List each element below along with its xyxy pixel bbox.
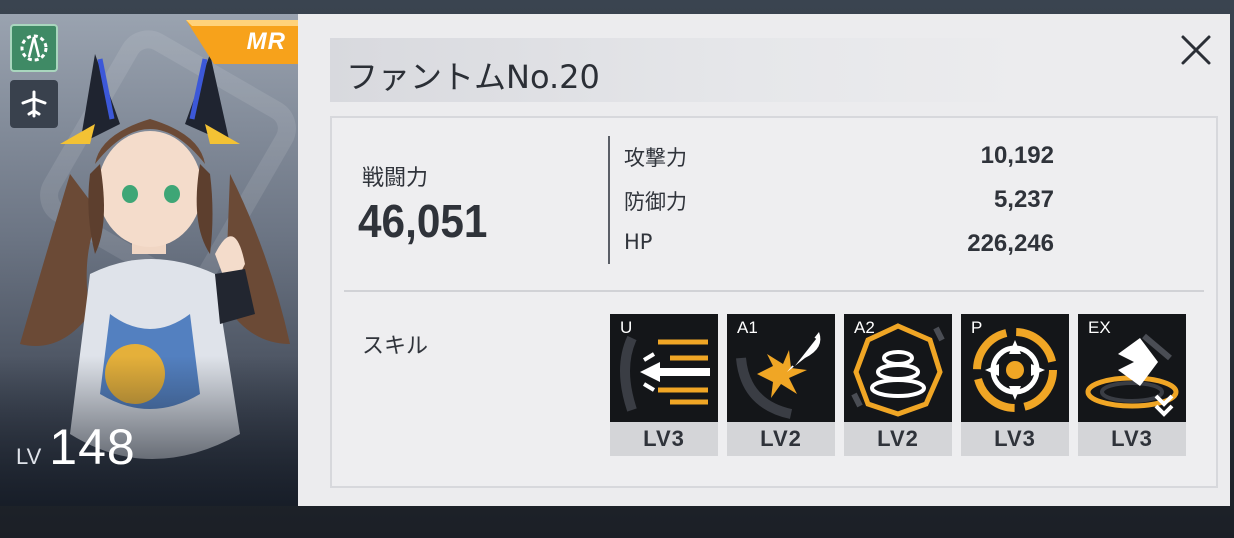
- skills-label: スキル: [362, 334, 429, 359]
- stat-row-hp: HP 226,246: [624, 230, 1054, 264]
- stat-value: 226,246: [967, 230, 1054, 257]
- ring-spring-icon: A2: [844, 314, 952, 422]
- character-portrait: MR LV 148: [0, 14, 298, 506]
- skill-level: LV2: [844, 422, 952, 456]
- skill-a2[interactable]: A2 LV2: [844, 314, 952, 458]
- skill-level: LV2: [727, 422, 835, 456]
- close-icon: [1181, 35, 1211, 65]
- level-prefix: LV: [16, 444, 42, 469]
- skill-ex[interactable]: EX LV3: [1078, 314, 1186, 458]
- burst-strike-icon: A1: [727, 314, 835, 422]
- stat-name: HP: [624, 230, 653, 254]
- character-info-panel: ファントムNo.20 戦闘力 46,051 攻撃力 10,192 防御力 5,2…: [298, 14, 1230, 506]
- stat-name: 防御力: [624, 190, 687, 214]
- skill-tag: A1: [737, 318, 758, 337]
- stat-value: 5,237: [993, 186, 1054, 213]
- rarity-label: MR: [246, 28, 286, 55]
- combat-power-value: 46,051: [358, 195, 488, 247]
- skill-a1[interactable]: A1 LV2: [727, 314, 835, 458]
- skill-tag: EX: [1088, 318, 1111, 337]
- stat-row-defense: 防御力 5,237: [624, 186, 1054, 220]
- stats-box: 戦闘力 46,051 攻撃力 10,192 防御力 5,237 HP 226,2…: [330, 116, 1218, 488]
- stat-row-attack: 攻撃力 10,192: [624, 142, 1054, 176]
- vertical-divider: [608, 136, 610, 264]
- character-name: ファントムNo.20: [346, 58, 600, 96]
- level-value: 148: [49, 419, 136, 475]
- character-level: LV 148: [16, 418, 136, 476]
- skill-ultimate[interactable]: U LV3: [610, 314, 718, 458]
- close-button[interactable]: [1174, 28, 1218, 72]
- ultimate-arrows-icon: U: [610, 314, 718, 422]
- skill-level: LV3: [1078, 422, 1186, 456]
- skill-level: LV3: [961, 422, 1069, 456]
- skill-level: LV3: [610, 422, 718, 456]
- combat-power-label: 戦闘力: [362, 166, 429, 191]
- skill-passive[interactable]: P LV3: [961, 314, 1069, 458]
- stat-name: 攻撃力: [624, 146, 687, 170]
- skills-list: U LV3 A1 LV2 A2 LV2 P LV3 EX LV3: [610, 314, 1186, 458]
- skill-tag: U: [620, 318, 633, 337]
- skill-tag: A2: [854, 318, 875, 337]
- stat-value: 10,192: [980, 142, 1054, 169]
- aircraft-type-icon: [10, 80, 58, 128]
- horizontal-divider: [344, 290, 1204, 292]
- ex-rank-up-icon: EX: [1078, 314, 1186, 422]
- character-detail-screen: MR LV 148 ファントムNo.20 戦闘力 46,051 攻撃力 10,19…: [0, 0, 1234, 538]
- skill-tag: P: [971, 318, 983, 337]
- gear-sword-class-icon: [10, 24, 58, 72]
- target-crosshair-icon: P: [961, 314, 1069, 422]
